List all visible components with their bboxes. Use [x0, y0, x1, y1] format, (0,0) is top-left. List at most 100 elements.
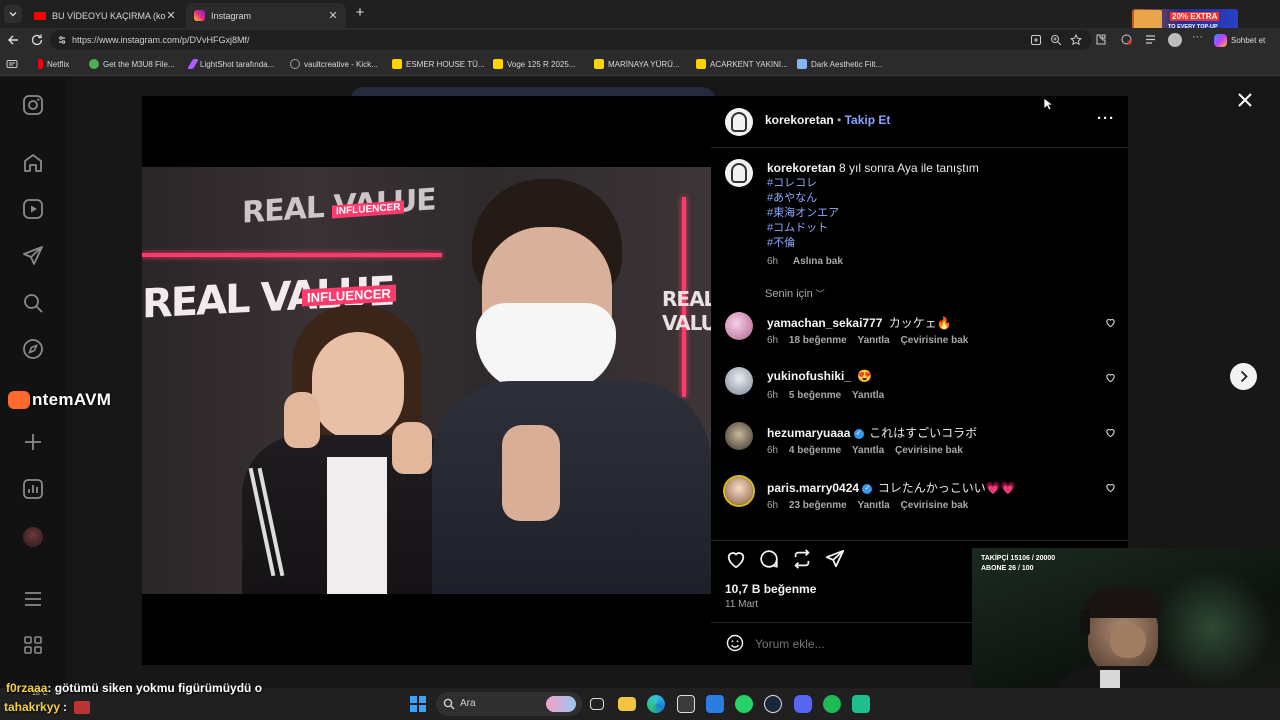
see-original-button[interactable]: Aslına bak	[793, 256, 843, 267]
comment-username[interactable]: yukinofushiki_	[767, 369, 851, 383]
more-menu-icon[interactable]: ···	[1192, 31, 1203, 43]
comment-likes[interactable]: 4 beğenme	[789, 445, 841, 456]
translate-button[interactable]: Çevirisine bak	[901, 500, 969, 511]
favorite-star-icon[interactable]	[1070, 34, 1082, 46]
back-arrow-icon[interactable]	[6, 33, 20, 47]
file-explorer-icon[interactable]	[618, 697, 636, 711]
instagram-logo-icon[interactable]	[21, 93, 45, 117]
like-count[interactable]: 10,7 B beğenme	[725, 582, 816, 596]
comment-username[interactable]: yamachan_sekai777	[767, 316, 882, 330]
bookmark-netflix[interactable]: Netflix	[38, 57, 69, 71]
create-plus-icon[interactable]	[21, 430, 45, 454]
steam-icon[interactable]	[764, 695, 782, 713]
hashtag-5[interactable]: #不倫	[767, 236, 795, 251]
emoji-icon[interactable]	[725, 633, 745, 653]
bookmark-m3u8[interactable]: Get the M3U8 File...	[89, 57, 175, 71]
start-button[interactable]	[410, 696, 426, 712]
collections-icon[interactable]	[1144, 33, 1157, 46]
like-heart-icon[interactable]	[725, 548, 747, 570]
comment-bubble-icon[interactable]	[758, 548, 780, 570]
menu-icon[interactable]	[21, 587, 45, 611]
reply-button[interactable]: Yanıtla	[858, 500, 890, 511]
new-tab-button[interactable]: +	[352, 5, 368, 21]
close-tab-icon[interactable]: ✕	[166, 9, 176, 22]
hashtag-1[interactable]: #コレコレ	[767, 176, 817, 191]
reels-icon[interactable]	[21, 197, 45, 221]
zoom-icon[interactable]	[1050, 34, 1062, 46]
edge-icon[interactable]	[647, 695, 665, 713]
bookmark-lightshot[interactable]: LightShot tarafında...	[187, 57, 274, 71]
heart-icon[interactable]	[1105, 482, 1116, 493]
follow-button[interactable]: Takip Et	[845, 113, 891, 127]
comment-likes[interactable]: 5 beğenme	[789, 390, 841, 401]
reading-list-icon[interactable]	[6, 58, 18, 70]
caption-author-avatar[interactable]	[725, 159, 753, 187]
reply-button[interactable]: Yanıtla	[858, 335, 890, 346]
mail-icon[interactable]	[706, 695, 724, 713]
store-icon[interactable]	[677, 695, 695, 713]
bookmark-marina[interactable]: MARİNAYA YÜRÜ...	[594, 57, 680, 71]
site-info-icon[interactable]	[57, 35, 67, 45]
messages-icon[interactable]	[21, 244, 45, 268]
spotify-icon[interactable]	[823, 695, 841, 713]
bookmark-esmer-house[interactable]: ESMER HOUSE TÜ...	[392, 57, 485, 71]
search-icon[interactable]	[21, 291, 45, 315]
post-options-icon[interactable]: ···	[1097, 110, 1115, 127]
discord-icon[interactable]	[794, 695, 812, 713]
sort-comments-button[interactable]: Senin için ﹀	[765, 287, 825, 300]
copilot-chat-button[interactable]: Sohbet et	[1214, 32, 1276, 48]
translate-button[interactable]: Çevirisine bak	[895, 445, 963, 456]
explore-icon[interactable]	[21, 337, 45, 361]
extensions-icon[interactable]	[1094, 33, 1107, 46]
post-photo[interactable]: REAL VALUE INFLUENCER REAL VALUE INFLUEN…	[142, 167, 711, 594]
author-avatar[interactable]	[725, 108, 753, 136]
hashtag-2[interactable]: #あやなん	[767, 191, 817, 206]
dashboard-icon[interactable]	[21, 477, 45, 501]
heart-icon[interactable]	[1105, 317, 1116, 328]
tab-instagram[interactable]: Instagram ✕	[186, 3, 346, 28]
comment-username[interactable]: hezumaryuaaa	[767, 426, 850, 440]
close-icon[interactable]	[1236, 91, 1254, 109]
task-view-icon[interactable]	[590, 698, 604, 710]
tab-list-menu-button[interactable]	[4, 5, 22, 23]
person-woman-face	[312, 332, 404, 440]
reply-button[interactable]: Yanıtla	[852, 445, 884, 456]
next-post-button[interactable]	[1230, 363, 1257, 390]
address-bar[interactable]: https://www.instagram.com/p/DVvHFGxj8Mf/	[50, 30, 1092, 50]
comment-input[interactable]	[755, 634, 975, 654]
close-tab-icon[interactable]: ✕	[328, 9, 338, 22]
caption-username[interactable]: korekoretan	[767, 161, 836, 175]
taskbar-search[interactable]: Ara	[436, 692, 582, 716]
hashtag-4[interactable]: #コムドット	[767, 221, 828, 236]
reply-button[interactable]: Yanıtla	[852, 390, 884, 401]
browser-essentials-icon[interactable]	[1120, 33, 1133, 46]
profile-avatar-icon[interactable]	[23, 527, 43, 547]
whatsapp-icon[interactable]	[735, 695, 753, 713]
apps-grid-icon[interactable]	[21, 633, 45, 657]
share-icon[interactable]	[824, 548, 846, 570]
refresh-icon[interactable]	[30, 33, 44, 47]
comment-body: paris.marry0424 ✓ コレたんかっこいい💗💗	[767, 479, 1016, 496]
heart-icon[interactable]	[1105, 427, 1116, 438]
comment-avatar[interactable]	[725, 422, 753, 450]
bookmark-vaultcreative[interactable]: vaultcreative - Kick...	[290, 57, 378, 71]
hashtag-3[interactable]: #東海オンエア	[767, 206, 839, 221]
profile-avatar[interactable]	[1168, 33, 1182, 47]
comment-likes[interactable]: 18 beğenme	[789, 335, 847, 346]
app-icon[interactable]	[852, 695, 870, 713]
comment-avatar[interactable]	[725, 477, 753, 505]
comment-avatar[interactable]	[725, 312, 753, 340]
bookmark-dark-aesthetic[interactable]: Dark Aesthetic Filt...	[797, 57, 882, 71]
bookmark-voge[interactable]: Voge 125 R 2025...	[493, 57, 576, 71]
home-icon[interactable]	[21, 151, 45, 175]
bookmark-acarkent[interactable]: ACARKENT YAKINI...	[696, 57, 788, 71]
repost-icon[interactable]	[791, 548, 813, 570]
tab-youtube[interactable]: BU VİDEOYU KAÇIRMA (kore vlog) ✕	[26, 3, 184, 28]
translate-button[interactable]: Çevirisine bak	[901, 335, 969, 346]
comment-avatar[interactable]	[725, 367, 753, 395]
author-username[interactable]: korekoretan	[765, 113, 834, 127]
comment-username[interactable]: paris.marry0424	[767, 481, 859, 495]
heart-icon[interactable]	[1105, 372, 1116, 383]
app-available-icon[interactable]	[1030, 34, 1042, 46]
comment-likes[interactable]: 23 beğenme	[789, 500, 847, 511]
